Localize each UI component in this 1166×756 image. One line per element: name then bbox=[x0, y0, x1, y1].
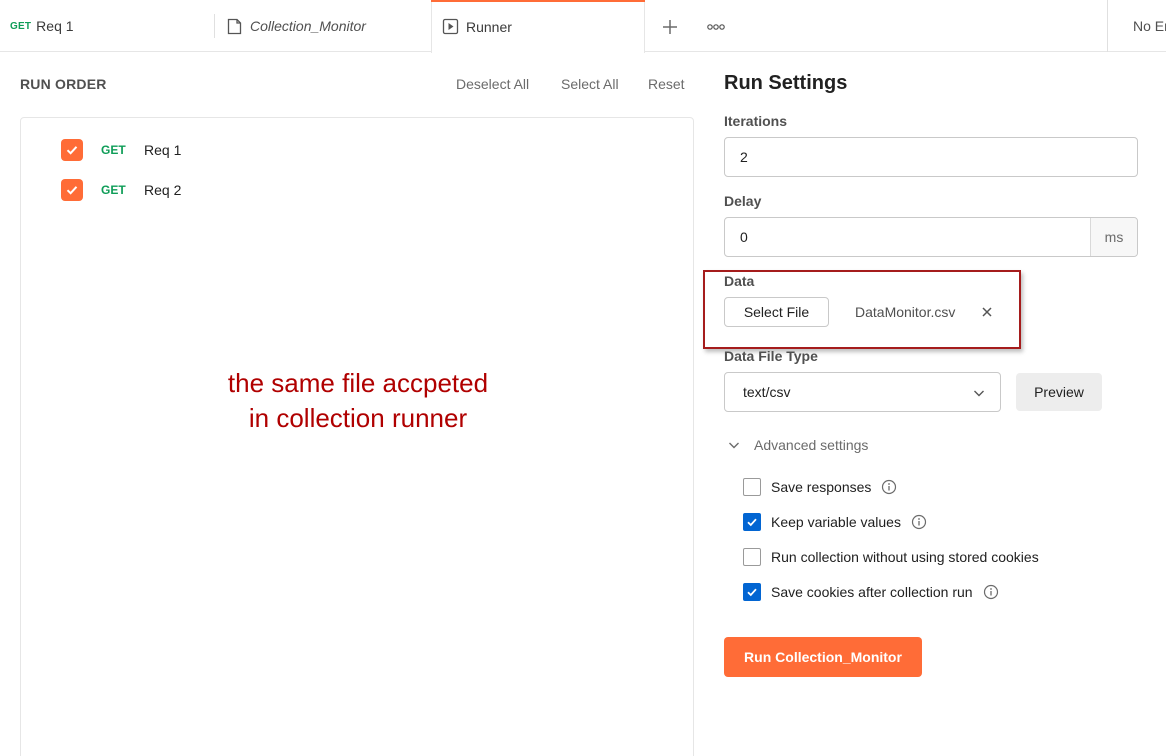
option-save-responses[interactable]: Save responses bbox=[743, 477, 897, 497]
info-icon[interactable] bbox=[983, 584, 999, 600]
request-checkbox[interactable] bbox=[61, 139, 83, 161]
tab-bar: GET Req 1 Collection_Monitor Runner No E… bbox=[0, 0, 1166, 53]
delay-input[interactable]: 0 ms bbox=[724, 217, 1138, 257]
data-file-type-select[interactable]: text/csv bbox=[724, 372, 1001, 412]
checkbox[interactable] bbox=[743, 513, 761, 531]
more-options-icon[interactable] bbox=[702, 13, 730, 41]
checkbox[interactable] bbox=[743, 548, 761, 566]
option-save-cookies[interactable]: Save cookies after collection run bbox=[743, 582, 999, 602]
environment-selector[interactable]: No Environment bbox=[1107, 0, 1166, 52]
request-name: Req 1 bbox=[144, 142, 182, 158]
annotation-text: the same file accpeted in collection run… bbox=[21, 366, 695, 436]
option-label: Run collection without using stored cook… bbox=[771, 549, 1039, 565]
tab-label: Req 1 bbox=[36, 18, 74, 34]
option-label: Save responses bbox=[771, 479, 872, 495]
tab-collection[interactable]: Collection_Monitor bbox=[215, 0, 431, 52]
active-tab-indicator bbox=[431, 0, 645, 2]
close-icon[interactable] bbox=[979, 304, 995, 320]
chevron-down-icon bbox=[729, 442, 739, 449]
run-order-title: RUN ORDER bbox=[20, 76, 107, 92]
option-run-without-cookies[interactable]: Run collection without using stored cook… bbox=[743, 547, 1039, 567]
info-icon[interactable] bbox=[911, 514, 927, 530]
request-checkbox[interactable] bbox=[61, 179, 83, 201]
collection-file-icon bbox=[226, 18, 243, 35]
data-file-type-label: Data File Type bbox=[724, 348, 818, 364]
chevron-down-icon bbox=[974, 390, 984, 397]
option-label: Save cookies after collection run bbox=[771, 584, 973, 600]
advanced-settings-label: Advanced settings bbox=[754, 437, 869, 453]
tab-method-badge: GET bbox=[10, 20, 32, 32]
new-tab-plus-icon[interactable] bbox=[656, 13, 684, 41]
request-method: GET bbox=[101, 183, 126, 197]
environment-label: No Environment bbox=[1133, 18, 1166, 34]
data-file-type-value: text/csv bbox=[743, 384, 791, 400]
request-list: GET Req 1 GET Req 2 the same file accpet… bbox=[20, 117, 694, 756]
request-row[interactable]: GET Req 2 bbox=[61, 178, 181, 202]
option-label: Keep variable values bbox=[771, 514, 901, 530]
tab-label: Runner bbox=[466, 18, 512, 35]
run-settings-title: Run Settings bbox=[724, 72, 848, 94]
annotation-line: in collection runner bbox=[248, 403, 468, 433]
checkbox[interactable] bbox=[743, 583, 761, 601]
option-keep-variable-values[interactable]: Keep variable values bbox=[743, 512, 927, 532]
delay-value: 0 bbox=[740, 229, 748, 245]
preview-button[interactable]: Preview bbox=[1016, 373, 1102, 411]
run-collection-button[interactable]: Run Collection_Monitor bbox=[724, 637, 922, 677]
select-file-button[interactable]: Select File bbox=[724, 297, 829, 327]
deselect-all-button[interactable]: Deselect All bbox=[456, 76, 529, 92]
iterations-label: Iterations bbox=[724, 113, 788, 129]
tab-runner[interactable]: Runner bbox=[431, 0, 645, 53]
request-row[interactable]: GET Req 1 bbox=[61, 138, 181, 162]
tab-label: Collection_Monitor bbox=[250, 18, 366, 34]
iterations-value: 2 bbox=[740, 149, 748, 165]
delay-label: Delay bbox=[724, 193, 762, 209]
tab-req-1[interactable]: GET Req 1 bbox=[0, 0, 215, 52]
iterations-input[interactable]: 2 bbox=[724, 137, 1138, 177]
advanced-settings-toggle[interactable]: Advanced settings bbox=[727, 436, 868, 454]
select-all-button[interactable]: Select All bbox=[561, 76, 619, 92]
request-name: Req 2 bbox=[144, 182, 182, 198]
selected-file-name: DataMonitor.csv bbox=[855, 304, 956, 320]
checkbox[interactable] bbox=[743, 478, 761, 496]
data-label: Data bbox=[724, 273, 755, 289]
reset-button[interactable]: Reset bbox=[648, 76, 685, 92]
runner-play-icon bbox=[442, 18, 459, 35]
request-method: GET bbox=[101, 143, 126, 157]
annotation-line: the same file accpeted bbox=[227, 368, 489, 398]
delay-unit: ms bbox=[1090, 218, 1137, 256]
info-icon[interactable] bbox=[881, 479, 897, 495]
